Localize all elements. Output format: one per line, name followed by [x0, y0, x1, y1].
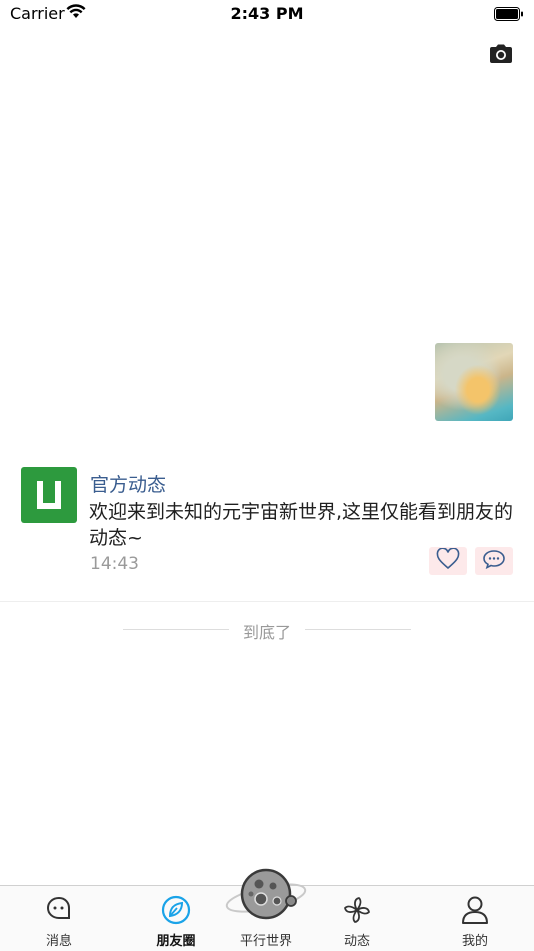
moment-post: 官方动态 欢迎来到未知的元宇宙新世界,这里仅能看到朋友的动态~ 14:43	[0, 458, 534, 588]
tab-messages[interactable]: 消息	[14, 886, 104, 951]
post-divider	[0, 601, 534, 602]
tab-label: 动态	[343, 934, 370, 949]
feed-end-indicator: 到底了	[0, 619, 534, 642]
post-author[interactable]: 官方动态	[90, 470, 166, 497]
post-time: 14:43	[90, 554, 139, 574]
moments-cover[interactable]	[0, 28, 534, 388]
end-text: 到底了	[242, 623, 291, 642]
tab-moments[interactable]: 朋友圈	[131, 886, 221, 951]
tab-label: 我的	[461, 934, 488, 949]
heart-icon	[436, 547, 460, 574]
tab-label: 朋友圈	[156, 934, 196, 949]
end-line-right	[305, 629, 411, 630]
tab-label: 消息	[45, 934, 72, 949]
comment-button[interactable]	[475, 547, 513, 575]
tab-profile[interactable]: 我的	[430, 886, 520, 951]
pinwheel-icon	[342, 895, 372, 929]
post-text: 欢迎来到未知的元宇宙新世界,这里仅能看到朋友的动态~	[89, 501, 514, 549]
tab-feed[interactable]: 动态	[312, 886, 402, 951]
official-avatar[interactable]	[21, 467, 77, 523]
compass-leaf-icon	[161, 895, 191, 929]
user-avatar[interactable]	[435, 343, 513, 421]
like-button[interactable]	[429, 547, 467, 575]
status-bar: Carrier 2:43 PM	[0, 0, 534, 28]
status-time: 2:43 PM	[230, 4, 304, 23]
planet-icon[interactable]	[221, 866, 311, 926]
comment-icon	[482, 549, 506, 573]
chat-bubble-icon	[45, 895, 73, 927]
tab-label: 平行世界	[239, 934, 292, 949]
battery-icon	[494, 6, 524, 25]
person-icon	[461, 895, 489, 929]
